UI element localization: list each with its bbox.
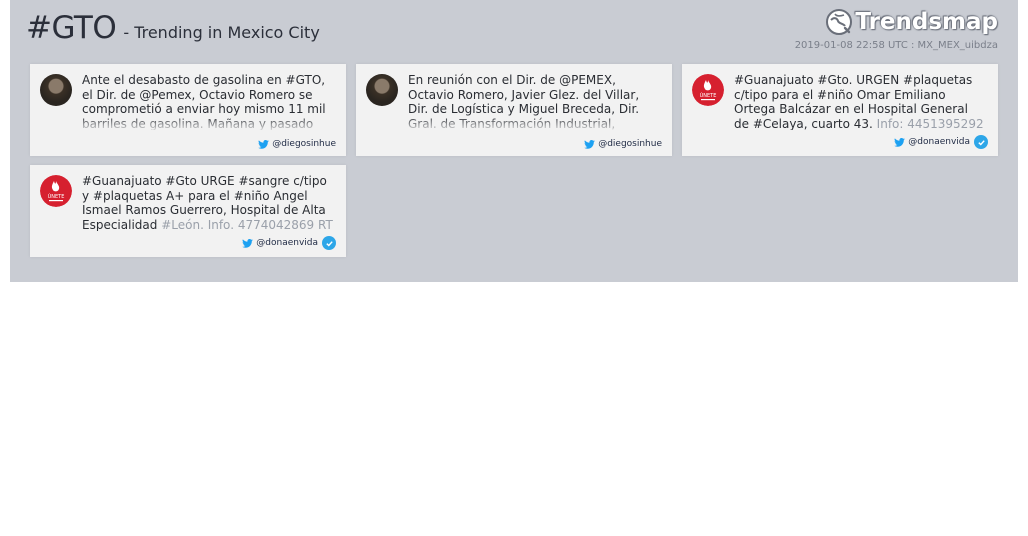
twitter-bird-icon (258, 139, 270, 149)
tweet-text: #Guanajuato #Gto URGE #sangre c/tipo y #… (82, 174, 334, 231)
page-title: #GTO - Trending in Mexico City (26, 10, 320, 46)
unete-logo-icon: ÚNETE (692, 74, 724, 106)
photo-avatar-icon (40, 74, 72, 106)
author-handle: @diegosinhue (598, 139, 662, 149)
trend-panel: #GTO - Trending in Mexico City Trendsmap… (10, 0, 1018, 282)
tweet-text-faded: #León. Info. 4774042869 RT (161, 217, 333, 232)
avatar[interactable]: ÚNETE (692, 74, 724, 106)
twitter-bird-icon (242, 238, 254, 248)
twitter-bird-icon (894, 137, 906, 147)
timestamp: 2019-01-08 22:58 UTC : MX_MEX_uibdza (794, 40, 998, 51)
tweet-card[interactable]: En reunión con el Dir. de @PEMEX, Octavi… (356, 64, 672, 156)
logo-text: Trendsmap (855, 9, 998, 35)
globe-icon (826, 9, 853, 35)
trend-hashtag[interactable]: #GTO (26, 10, 117, 46)
svg-text:ÚNETE: ÚNETE (700, 92, 717, 99)
author-handle: @donaenvida (256, 238, 318, 248)
tweet-card[interactable]: Ante el desabasto de gasolina en #GTO, e… (30, 64, 346, 156)
author-handle: @donaenvida (908, 137, 970, 147)
tweet-author[interactable]: @diegosinhue (584, 139, 662, 149)
trendsmap-logo[interactable]: Trendsmap (825, 6, 998, 38)
text-fade (82, 116, 334, 130)
verified-badge-icon (974, 135, 988, 149)
tweet-author[interactable]: @donaenvida (242, 236, 336, 250)
avatar[interactable]: ÚNETE (40, 175, 72, 207)
twitter-bird-icon (584, 139, 596, 149)
tweet-card[interactable]: ÚNETE #Guanajuato #Gto URGE #sangre c/ti… (30, 165, 346, 257)
tweet-text: #Guanajuato #Gto. URGEN #plaquetas c/tip… (734, 73, 986, 130)
photo-avatar-icon (366, 74, 398, 106)
tweet-author[interactable]: @diegosinhue (258, 139, 336, 149)
unete-logo-icon: ÚNETE (40, 175, 72, 207)
verified-badge-icon (322, 236, 336, 250)
svg-text:ÚNETE: ÚNETE (48, 193, 65, 200)
tweet-author[interactable]: @donaenvida (894, 135, 988, 149)
avatar[interactable] (366, 74, 398, 106)
trend-location: - Trending in Mexico City (123, 23, 320, 42)
text-fade (408, 116, 660, 130)
tweet-card[interactable]: ÚNETE #Guanajuato #Gto. URGEN #plaquetas… (682, 64, 998, 156)
avatar[interactable] (40, 74, 72, 106)
author-handle: @diegosinhue (272, 139, 336, 149)
